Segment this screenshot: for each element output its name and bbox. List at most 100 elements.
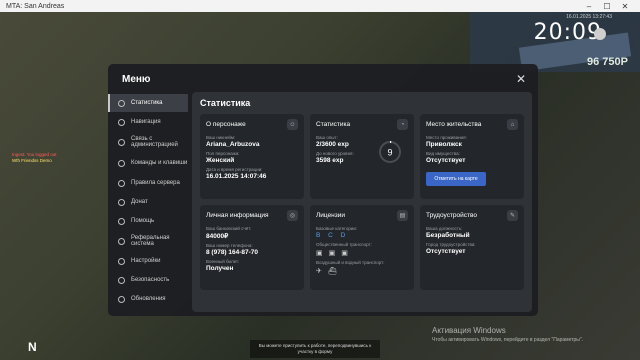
mark-on-map-button[interactable]: Отметить на карте	[426, 172, 486, 186]
sidebar-item-referral[interactable]: Реферальная система	[108, 231, 188, 251]
phone-value: 8 (978) 164-87-70	[206, 249, 259, 256]
person-icon: ☺	[287, 119, 298, 130]
sidebar-item-label: Безопасность	[131, 276, 170, 283]
chart-icon: ◔	[397, 119, 408, 130]
page-title: Статистика	[200, 98, 251, 108]
menu-sidebar: Статистика Навигация Связь с администрац…	[108, 94, 188, 309]
watermark-subtitle: Чтобы активировать Windows, перейдите в …	[432, 337, 584, 343]
card-title: Личная информация	[206, 212, 269, 219]
property-label: Вид имущества:	[426, 151, 460, 156]
tram-icon: ▣	[328, 250, 336, 257]
level-value: 9	[387, 148, 392, 158]
bottom-notice: Вы можете приступить к работе, переподви…	[250, 340, 380, 358]
chat-icon	[118, 138, 125, 146]
air-transport-label: Воздушный и водный транспорт:	[316, 260, 385, 265]
position-label: Ваша должность:	[426, 226, 463, 231]
sidebar-item-security[interactable]: Безопасность	[108, 271, 188, 289]
about-card: О персонаже ☺ Ваш никнейм: Ariana_Arbuzo…	[200, 114, 304, 199]
plane-icon: ✈	[316, 268, 322, 275]
sidebar-item-label: Связь с администрацией	[131, 135, 178, 149]
job-city-label: Город трудоустройства:	[426, 242, 476, 247]
sidebar-item-settings[interactable]: Настройки	[108, 252, 188, 270]
boat-icon: ⛴	[327, 268, 337, 275]
sidebar-item-updates[interactable]: Обновления	[108, 290, 188, 308]
sidebar-item-statistics[interactable]: Статистика	[108, 94, 188, 112]
nick-label: Ваш никнейм:	[206, 135, 236, 140]
reg-value: 16.01.2025 14:07:46	[206, 173, 267, 180]
reg-label: Дата и время регистрации:	[206, 167, 263, 172]
public-transport-label: Общественный транспорт:	[316, 242, 372, 247]
military-label: Военный билет:	[206, 259, 240, 264]
bank-label: Ваш банковский счёт:	[206, 226, 252, 231]
radar-north-marker: N	[28, 340, 37, 354]
home-icon: ⌂	[507, 119, 518, 130]
referral-icon	[118, 237, 125, 245]
wallet-icon: ◎	[287, 210, 298, 221]
minimize-button[interactable]: –	[580, 2, 598, 11]
sidebar-item-commands[interactable]: Команды и клавиши	[108, 153, 188, 173]
sidebar-item-help[interactable]: Помощь	[108, 212, 188, 230]
card-title: Статистика	[316, 121, 351, 128]
stats-card: Статистика ◔ Ваш опыт: 2/3600 exp До нов…	[310, 114, 414, 199]
hud-status-icon	[594, 28, 606, 40]
close-icon[interactable]: ✕	[516, 72, 526, 86]
sidebar-item-label: Настройки	[131, 257, 161, 264]
military-value: Получен	[206, 265, 234, 272]
sidebar-item-donate[interactable]: Донат	[108, 193, 188, 211]
job-city-value: Отсутствует	[426, 248, 466, 255]
basic-label: Базовые категории:	[316, 226, 358, 231]
place-label: Место проживания:	[426, 135, 467, 140]
window-title: MTA: San Andreas	[6, 2, 65, 10]
train-icon: ▣	[341, 250, 348, 257]
gender-value: Женский	[206, 157, 235, 164]
place-value: Приволжск	[426, 141, 462, 148]
sidebar-item-label: Помощь	[131, 217, 155, 224]
sidebar-item-label: Донат	[131, 198, 148, 205]
sidebar-item-label: Статистика	[131, 99, 163, 106]
gear-icon	[118, 257, 125, 265]
window-titlebar: MTA: San Andreas – ☐ ✕	[0, 0, 640, 12]
windows-activation-watermark: Активация Windows Чтобы активировать Win…	[432, 326, 583, 343]
level-progress-ring: 9	[379, 141, 401, 163]
maximize-button[interactable]: ☐	[598, 2, 616, 11]
hud-clock: 20:09	[533, 20, 602, 45]
close-window-button[interactable]: ✕	[616, 2, 634, 11]
refresh-icon	[118, 295, 125, 303]
sidebar-item-rules[interactable]: Правила сервера	[108, 174, 188, 192]
hud-money: 96 750P	[587, 56, 628, 68]
donate-icon	[118, 198, 125, 206]
job-card: Трудоустройство ✎ Ваша должность: Безраб…	[420, 205, 524, 290]
personal-card: Личная информация ◎ Ваш банковский счёт:…	[200, 205, 304, 290]
sidebar-item-label: Правила сервера	[131, 179, 180, 186]
watermark-title: Активация Windows	[432, 326, 506, 335]
licenses-card: Лицензии ▤ Базовые категории: B C D Обще…	[310, 205, 414, 290]
card-title: Место жительства	[426, 121, 482, 128]
nick-value: Ariana_Arbuzova	[206, 141, 260, 148]
sidebar-item-navigation[interactable]: Навигация	[108, 113, 188, 131]
sidebar-item-contact-admin[interactable]: Связь с администрацией	[108, 132, 188, 152]
bank-value: 84000₽	[206, 233, 229, 240]
gender-label: Пол персонажа:	[206, 151, 240, 156]
statistics-content: Статистика О персонаже ☺ Ваш никнейм: Ar…	[192, 92, 532, 312]
sidebar-item-label: Обновления	[131, 295, 166, 302]
keyboard-icon	[118, 159, 125, 167]
public-transport-icons: ▣ ▣ ▣	[316, 249, 408, 257]
menu-title: Меню	[122, 74, 151, 85]
property-value: Отсутствует	[426, 157, 466, 164]
menu-panel: Меню ✕ Статистика Навигация Связь с адми…	[108, 64, 538, 316]
bus-icon: ▣	[316, 250, 323, 257]
card-title: Трудоустройство	[426, 212, 478, 219]
sidebar-item-label: Навигация	[131, 118, 161, 125]
position-value: Безработный	[426, 232, 470, 239]
sidebar-item-label: Реферальная система	[131, 234, 170, 248]
air-transport-icons: ✈ ⛴	[316, 267, 408, 275]
clock-icon	[118, 99, 125, 107]
help-icon	[118, 217, 125, 225]
shield-icon	[118, 276, 125, 284]
chat-line: Wth Friendss Demo	[12, 158, 52, 163]
phone-label: Ваш номер телефона:	[206, 243, 253, 248]
card-title: Лицензии	[316, 212, 345, 219]
rules-icon	[118, 179, 125, 187]
compass-icon	[118, 118, 125, 126]
sidebar-item-label: Команды и клавиши	[131, 159, 188, 166]
